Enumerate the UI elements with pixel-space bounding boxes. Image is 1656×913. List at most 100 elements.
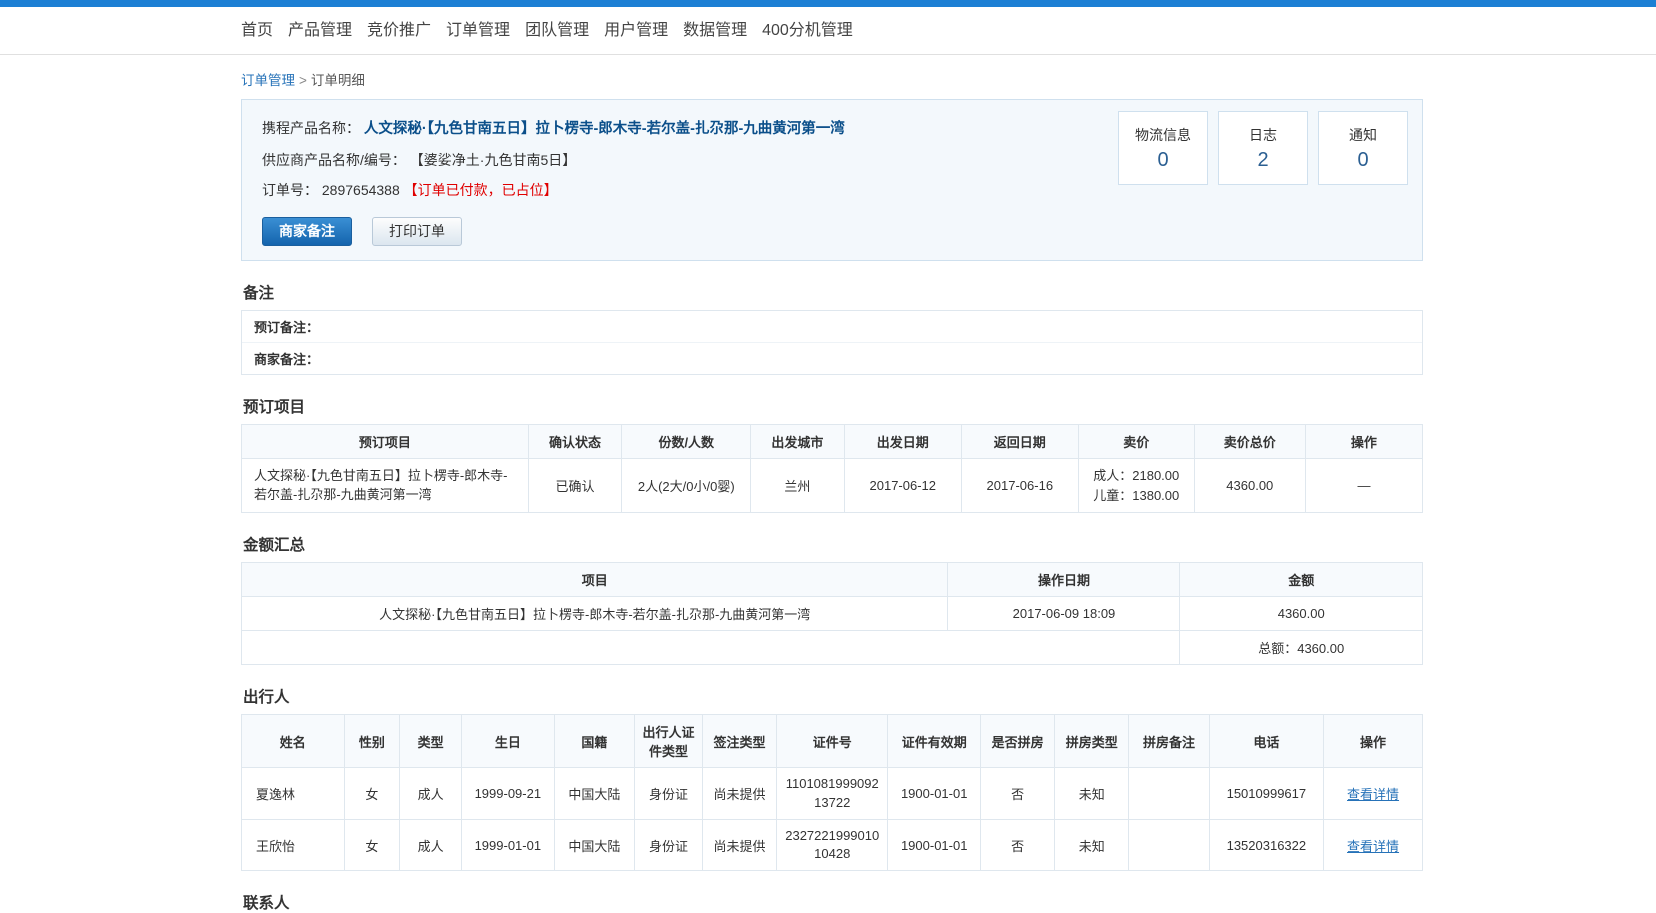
nav-order[interactable]: 订单管理 bbox=[446, 23, 510, 39]
amount-total-spacer bbox=[240, 630, 1181, 666]
stat-log-title: 日志 bbox=[1249, 126, 1277, 143]
breadcrumb-current: 订单明细 bbox=[310, 73, 365, 88]
traveler-id-valid-cell: 1900-01-01 bbox=[887, 767, 982, 820]
traveler-action-cell: 查看详情 bbox=[1323, 767, 1423, 820]
amount-value-cell: 4360.00 bbox=[1179, 596, 1423, 632]
column-header: 证件有效期 bbox=[887, 714, 982, 769]
booking-price-child: 儿童：1380.00 bbox=[1093, 487, 1180, 503]
merchant-remark-row: 商家备注： bbox=[242, 341, 1422, 374]
column-header: 签注类型 bbox=[701, 714, 778, 769]
travelers-table: 姓名 性别 类型 生日 国籍 出行人证件类型 签注类型 证件号 证件有效期 是否拼房 拼房类型 拼房备… bbox=[241, 714, 1423, 872]
stat-logistics-value: 0 bbox=[1157, 148, 1169, 171]
remarks-box: 预订备注： 商家备注： bbox=[241, 309, 1423, 375]
nav-400[interactable]: 400分机管理 bbox=[762, 23, 853, 39]
traveler-id-number-cell: 110108199909213722 bbox=[776, 767, 889, 820]
nav-user[interactable]: 用户管理 bbox=[604, 23, 668, 39]
booking-section-title: 预订项目 bbox=[243, 398, 306, 416]
column-header: 国籍 bbox=[553, 714, 636, 769]
column-header: 确认状态 bbox=[527, 423, 623, 459]
booking-table: 预订项目 确认状态 份数/人数 出发城市 出发日期 返回日期 卖价 卖价总价 操作 人文探秘·【… bbox=[241, 423, 1424, 514]
traveler-action-cell: 查看详情 bbox=[1323, 818, 1423, 872]
view-detail-link[interactable]: 查看详情 bbox=[1347, 839, 1399, 854]
traveler-gender-cell: 女 bbox=[343, 767, 401, 820]
traveler-share-remark-cell bbox=[1128, 818, 1210, 872]
amount-table: 项目 操作日期 金额 人文探秘·【九色甘南五日】拉卜楞寺-郎木寺-若尔盖-扎尕那-九… bbox=[240, 562, 1423, 666]
stat-notice-value: 0 bbox=[1357, 148, 1369, 171]
view-detail-link[interactable]: 查看详情 bbox=[1347, 787, 1399, 802]
booking-remark-row: 预订备注： bbox=[242, 311, 1422, 342]
table-row: 人文探秘·【九色甘南五日】拉卜楞寺-郎木寺-若尔盖-扎尕那-九曲黄河第一湾 已确认… bbox=[241, 457, 1424, 514]
breadcrumb-parent[interactable]: 订单管理 bbox=[241, 73, 295, 88]
traveler-phone-cell: 15010999617 bbox=[1208, 767, 1325, 820]
column-header: 操作 bbox=[1304, 423, 1424, 459]
traveler-share-room-cell: 否 bbox=[980, 818, 1056, 872]
table-row: 王欣怡女成人 1999-01-01 中国大陆 身份证 尚未提供 2327221999010… bbox=[241, 818, 1423, 872]
booking-depart-date-cell: 2017-06-12 bbox=[843, 457, 962, 514]
traveler-id-number-cell: 232722199901010428 bbox=[776, 818, 889, 872]
booking-price-adult: 成人：2180.00 bbox=[1093, 468, 1180, 484]
column-header: 预订项目 bbox=[241, 423, 529, 459]
traveler-name-cell: 王欣怡 bbox=[241, 818, 345, 872]
column-header: 金额 bbox=[1179, 562, 1423, 598]
top-brand-bar bbox=[0, 0, 1656, 7]
nav-bidding[interactable]: 竞价推广 bbox=[367, 23, 431, 39]
traveler-id-number: 232722199901010428 bbox=[785, 827, 880, 861]
product-name-label: 携程产品名称： bbox=[262, 120, 360, 136]
order-stat-boxes: 物流信息 0 日志 2 通知 0 bbox=[1118, 111, 1408, 185]
stat-notice-title: 通知 bbox=[1349, 126, 1377, 143]
column-header: 项目 bbox=[240, 562, 949, 598]
nav-data[interactable]: 数据管理 bbox=[683, 23, 747, 39]
traveler-phone-cell: 13520316322 bbox=[1208, 818, 1325, 872]
column-header: 操作 bbox=[1323, 714, 1423, 769]
stat-log[interactable]: 日志 2 bbox=[1218, 111, 1308, 185]
booking-status-cell: 已确认 bbox=[527, 457, 623, 514]
traveler-share-type-cell: 未知 bbox=[1054, 767, 1130, 820]
stat-logistics[interactable]: 物流信息 0 bbox=[1118, 111, 1208, 185]
merchant-remark-label: 商家备注： bbox=[254, 351, 320, 367]
amount-total-row: 总额：4360.00 bbox=[240, 630, 1423, 666]
traveler-nationality-cell: 中国大陆 bbox=[553, 767, 636, 820]
product-name-link[interactable]: 人文探秘·【九色甘南五日】拉卜楞寺-郎木寺-若尔盖-扎尕那-九曲黄河第一湾 bbox=[364, 121, 845, 137]
traveler-id-number: 110108199909213722 bbox=[785, 776, 879, 810]
traveler-type-cell: 成人 bbox=[399, 818, 462, 872]
stat-log-value: 2 bbox=[1257, 148, 1269, 171]
amount-item-cell: 人文探秘·【九色甘南五日】拉卜楞寺-郎木寺-若尔盖-扎尕那-九曲黄河第一湾 bbox=[240, 596, 949, 632]
main-navigation: 首页 产品管理 竞价推广 订单管理 团队管理 用户管理 数据管理 400分机管理 bbox=[0, 7, 1656, 55]
booking-total-cell: 4360.00 bbox=[1193, 457, 1306, 514]
traveler-id-type-cell: 身份证 bbox=[634, 818, 703, 872]
order-summary-panel: 携程产品名称： 人文探秘·【九色甘南五日】拉卜楞寺-郎木寺-若尔盖-扎尕那-九曲… bbox=[241, 99, 1423, 261]
column-header: 出发城市 bbox=[750, 423, 845, 459]
traveler-nationality-cell: 中国大陆 bbox=[553, 818, 636, 872]
stat-notice[interactable]: 通知 0 bbox=[1318, 111, 1408, 185]
breadcrumb-separator: > bbox=[299, 73, 307, 88]
print-order-button[interactable]: 打印订单 bbox=[372, 216, 462, 246]
booking-action-cell: — bbox=[1304, 457, 1424, 514]
order-number-label: 订单号： bbox=[262, 181, 318, 198]
booking-item-cell: 人文探秘·【九色甘南五日】拉卜楞寺-郎木寺-若尔盖-扎尕那-九曲黄河第一湾 bbox=[241, 457, 529, 514]
supplier-label: 供应商产品名称/编号： bbox=[262, 151, 406, 168]
order-number-value: 2897654388 bbox=[321, 181, 400, 198]
breadcrumb: 订单管理 > 订单明细 bbox=[241, 55, 1423, 99]
column-header: 卖价总价 bbox=[1193, 423, 1306, 459]
column-header: 出行人证件类型 bbox=[634, 714, 703, 769]
column-header: 份数/人数 bbox=[621, 423, 752, 459]
nav-product[interactable]: 产品管理 bbox=[288, 23, 352, 39]
booking-remark-label: 预订备注： bbox=[254, 319, 320, 335]
traveler-birthday-cell: 1999-09-21 bbox=[460, 767, 555, 820]
traveler-id-type-cell: 身份证 bbox=[634, 767, 703, 820]
column-header: 是否拼房 bbox=[980, 714, 1056, 769]
column-header: 生日 bbox=[460, 714, 555, 769]
nav-team[interactable]: 团队管理 bbox=[525, 23, 589, 39]
column-header: 姓名 bbox=[241, 714, 345, 769]
order-action-buttons: 商家备注 打印订单 bbox=[262, 216, 1402, 246]
column-header: 操作日期 bbox=[947, 562, 1181, 598]
traveler-birthday-cell: 1999-01-01 bbox=[460, 818, 555, 872]
booking-pax-cell: 2人(2大/0小/0婴) bbox=[621, 457, 752, 514]
amount-table-header-row: 项目 操作日期 金额 bbox=[240, 562, 1423, 598]
nav-home[interactable]: 首页 bbox=[241, 23, 273, 39]
column-header: 卖价 bbox=[1077, 423, 1195, 459]
booking-depart-city-cell: 兰州 bbox=[750, 457, 845, 514]
travelers-section-title: 出行人 bbox=[243, 689, 290, 707]
traveler-share-remark-cell bbox=[1128, 767, 1210, 820]
merchant-remark-button[interactable]: 商家备注 bbox=[262, 216, 352, 246]
